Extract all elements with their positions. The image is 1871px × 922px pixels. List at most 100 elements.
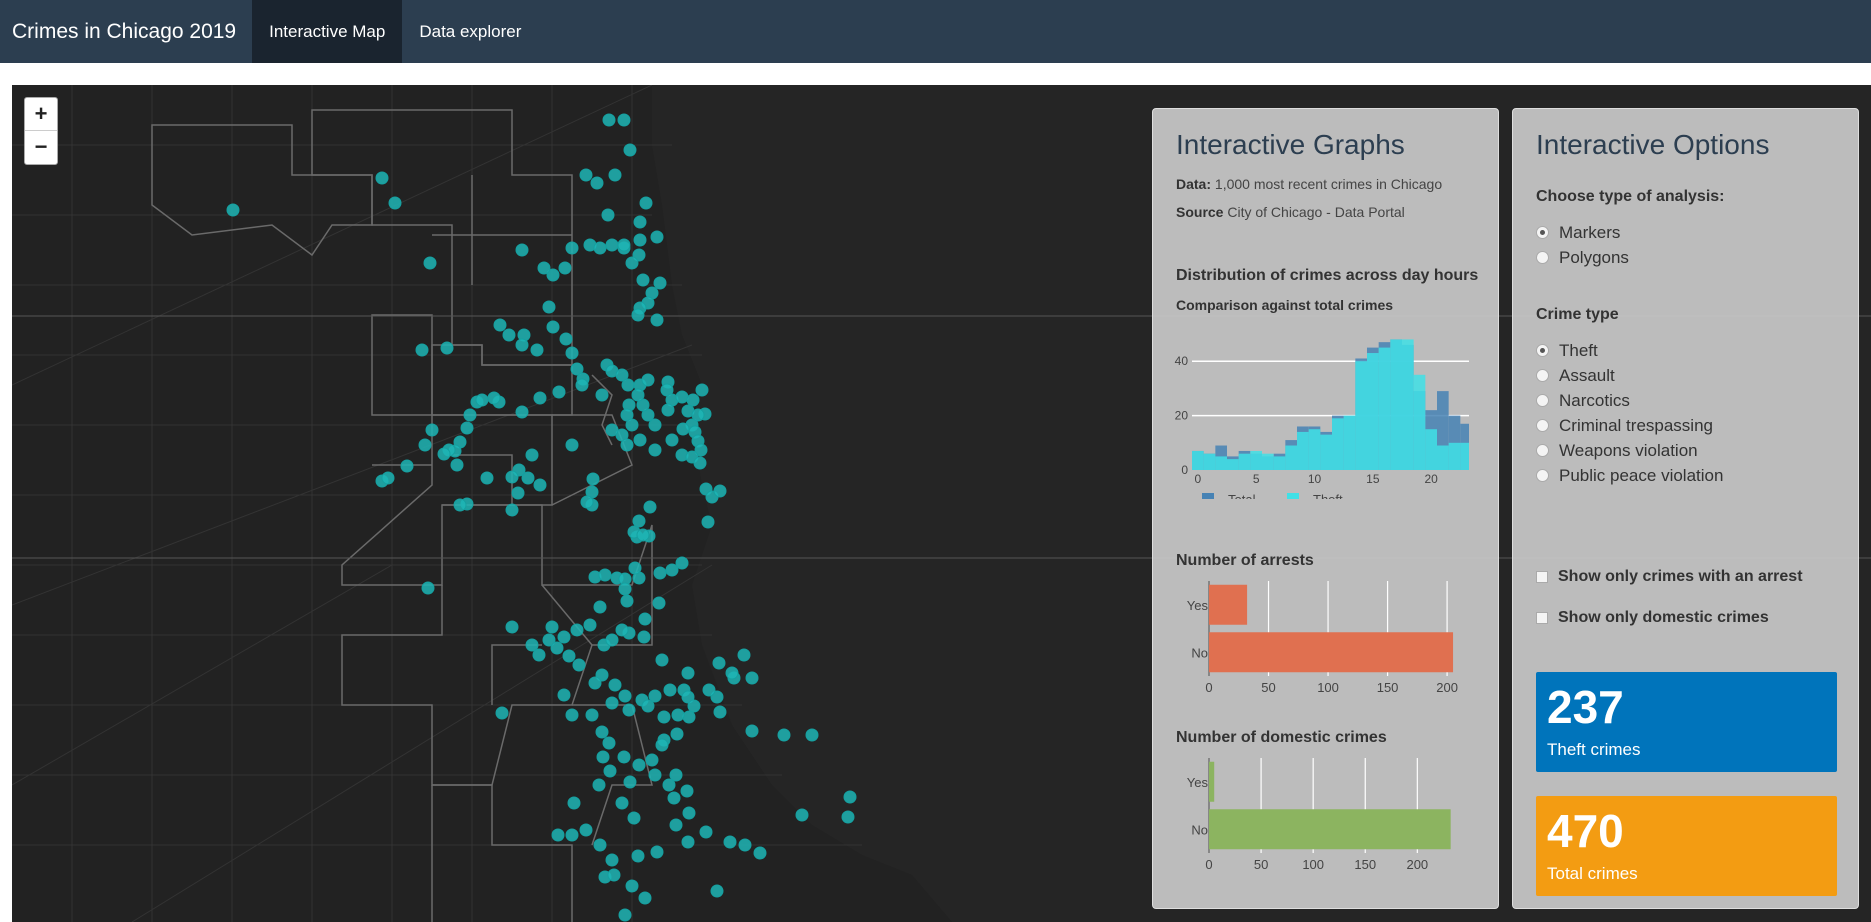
crime-marker[interactable]: [621, 378, 635, 392]
crime-marker[interactable]: [579, 823, 593, 837]
crime-marker[interactable]: [625, 256, 639, 270]
crime-marker[interactable]: [565, 346, 579, 360]
crime-marker[interactable]: [515, 405, 529, 419]
hist-bar-theft[interactable]: [1227, 459, 1239, 470]
crime-marker[interactable]: [641, 373, 655, 387]
hist-bar-theft[interactable]: [1460, 442, 1469, 470]
crime-marker[interactable]: [631, 308, 645, 322]
app-title[interactable]: Crimes in Chicago 2019: [0, 0, 252, 63]
crime-type-radio[interactable]: [1536, 394, 1549, 407]
crime-marker[interactable]: [565, 438, 579, 452]
crime-marker[interactable]: [653, 566, 667, 580]
hours-histogram[interactable]: 0 20 40 0 5 10 15 20 Total Theft: [1169, 324, 1469, 499]
crime-marker[interactable]: [562, 649, 576, 663]
crime-marker[interactable]: [593, 838, 607, 852]
crime-marker[interactable]: [641, 699, 655, 713]
crime-marker[interactable]: [701, 515, 715, 529]
crime-marker[interactable]: [632, 514, 646, 528]
crime-marker[interactable]: [515, 338, 529, 352]
crime-marker[interactable]: [618, 689, 632, 703]
crime-marker[interactable]: [691, 408, 705, 422]
crime-type-radio[interactable]: [1536, 419, 1549, 432]
crime-marker[interactable]: [777, 728, 791, 742]
analysis-radio[interactable]: [1536, 251, 1549, 264]
analysis-option[interactable]: Polygons: [1536, 245, 1629, 270]
crime-marker[interactable]: [505, 470, 519, 484]
analysis-radio[interactable]: [1536, 226, 1549, 239]
crime-marker[interactable]: [633, 233, 647, 247]
crime-marker[interactable]: [608, 678, 622, 692]
hist-bar-theft[interactable]: [1425, 429, 1437, 470]
crime-marker[interactable]: [505, 620, 519, 634]
domestic-chart[interactable]: 0 50 100 150 200 Yes No: [1169, 752, 1469, 877]
crime-type-option[interactable]: Public peace violation: [1536, 463, 1723, 488]
crime-marker[interactable]: [655, 738, 669, 752]
crime-marker[interactable]: [753, 846, 767, 860]
hist-bar-theft[interactable]: [1262, 453, 1274, 470]
hist-bar-theft[interactable]: [1332, 418, 1344, 470]
crime-marker[interactable]: [226, 203, 240, 217]
crime-marker[interactable]: [418, 438, 432, 452]
crime-marker[interactable]: [608, 168, 622, 182]
crime-marker[interactable]: [575, 378, 589, 392]
crime-marker[interactable]: [505, 503, 519, 517]
crime-marker[interactable]: [592, 778, 606, 792]
zoom-out-button[interactable]: −: [25, 131, 57, 164]
crime-marker[interactable]: [663, 683, 677, 697]
crime-marker[interactable]: [450, 458, 464, 472]
crime-marker[interactable]: [625, 418, 639, 432]
crime-type-option[interactable]: Theft: [1536, 338, 1723, 363]
arrest-checkbox-box[interactable]: [1536, 571, 1548, 583]
crime-marker[interactable]: [669, 768, 683, 782]
crime-marker[interactable]: [463, 408, 477, 422]
crime-marker[interactable]: [667, 791, 681, 805]
crime-marker[interactable]: [655, 653, 669, 667]
crime-marker[interactable]: [425, 423, 439, 437]
crime-marker[interactable]: [460, 421, 474, 435]
crime-marker[interactable]: [725, 666, 739, 680]
crime-marker[interactable]: [605, 423, 619, 437]
crime-marker[interactable]: [650, 845, 664, 859]
zoom-in-button[interactable]: +: [25, 98, 57, 131]
crime-marker[interactable]: [558, 261, 572, 275]
crime-marker[interactable]: [618, 908, 632, 922]
hist-bar-theft[interactable]: [1413, 374, 1426, 470]
crime-marker[interactable]: [525, 448, 539, 462]
crime-marker[interactable]: [615, 623, 629, 637]
crime-marker[interactable]: [702, 683, 716, 697]
crime-type-radio[interactable]: [1536, 444, 1549, 457]
crime-marker[interactable]: [745, 671, 759, 685]
crime-marker[interactable]: [681, 835, 695, 849]
hist-bar-theft[interactable]: [1203, 453, 1216, 470]
crime-marker[interactable]: [437, 447, 451, 461]
crime-marker[interactable]: [593, 600, 607, 614]
crime-type-radio[interactable]: [1536, 344, 1549, 357]
domestic-checkbox[interactable]: Show only domestic crimes: [1536, 603, 1769, 633]
crime-marker[interactable]: [638, 891, 652, 905]
crime-marker[interactable]: [623, 775, 637, 789]
crime-marker[interactable]: [605, 633, 619, 647]
crime-marker[interactable]: [596, 750, 610, 764]
crime-marker[interactable]: [710, 884, 724, 898]
crime-marker[interactable]: [565, 241, 579, 255]
crime-marker[interactable]: [615, 796, 629, 810]
crime-marker[interactable]: [687, 699, 701, 713]
crime-marker[interactable]: [579, 168, 593, 182]
crime-marker[interactable]: [618, 582, 632, 596]
crime-marker[interactable]: [580, 495, 594, 509]
crime-marker[interactable]: [559, 332, 573, 346]
crime-marker[interactable]: [375, 171, 389, 185]
crime-marker[interactable]: [598, 568, 612, 582]
crime-marker[interactable]: [712, 656, 726, 670]
crime-marker[interactable]: [631, 388, 645, 402]
crime-marker[interactable]: [628, 561, 642, 575]
crime-marker[interactable]: [637, 630, 651, 644]
crime-marker[interactable]: [552, 385, 566, 399]
hist-bar-theft[interactable]: [1250, 450, 1262, 470]
crime-marker[interactable]: [648, 768, 662, 782]
crime-marker[interactable]: [699, 825, 713, 839]
crime-marker[interactable]: [583, 618, 597, 632]
crime-marker[interactable]: [423, 256, 437, 270]
crime-marker[interactable]: [530, 343, 544, 357]
crime-marker[interactable]: [590, 176, 604, 190]
